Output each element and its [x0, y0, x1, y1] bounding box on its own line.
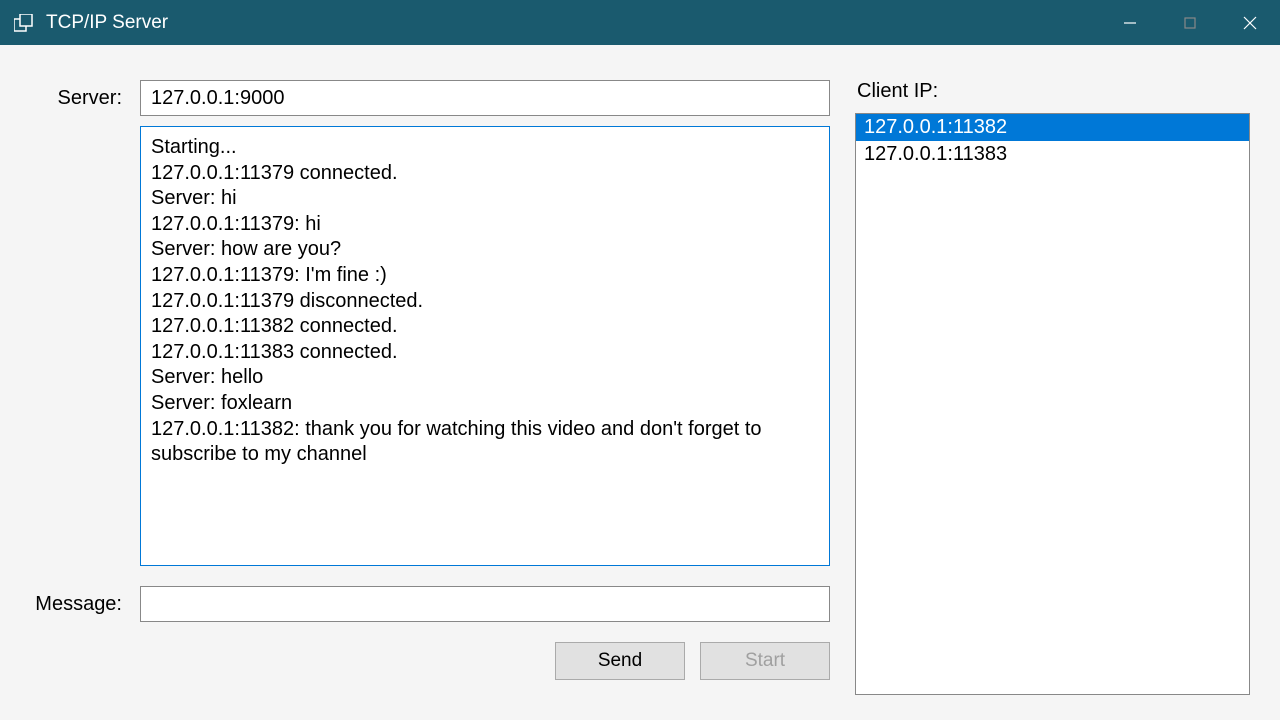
close-button[interactable] [1220, 0, 1280, 45]
window-title: TCP/IP Server [46, 12, 1100, 34]
window-controls [1100, 0, 1280, 45]
message-row: Message: [30, 586, 830, 622]
content-area: Server: Message: Send Start Client IP: 1… [0, 45, 1280, 720]
server-label: Server: [30, 87, 140, 110]
server-row: Server: [30, 80, 830, 116]
send-button[interactable]: Send [555, 642, 685, 680]
titlebar: TCP/IP Server [0, 0, 1280, 45]
close-icon [1242, 15, 1258, 31]
minimize-icon [1123, 16, 1137, 30]
log-container [140, 126, 830, 571]
button-row: Send Start [140, 642, 830, 680]
minimize-button[interactable] [1100, 0, 1160, 45]
server-address-input[interactable] [140, 80, 830, 116]
message-input[interactable] [140, 586, 830, 622]
maximize-button[interactable] [1160, 0, 1220, 45]
client-list-item[interactable]: 127.0.0.1:11383 [856, 141, 1249, 168]
app-icon [12, 11, 36, 35]
maximize-icon [1183, 16, 1197, 30]
message-label: Message: [30, 593, 140, 616]
client-ip-list[interactable]: 127.0.0.1:11382127.0.0.1:11383 [855, 113, 1250, 695]
right-panel: Client IP: 127.0.0.1:11382127.0.0.1:1138… [855, 80, 1250, 695]
left-panel: Server: Message: Send Start [30, 80, 830, 695]
client-ip-label: Client IP: [855, 80, 1250, 103]
client-list-item[interactable]: 127.0.0.1:11382 [856, 114, 1249, 141]
app-window: TCP/IP Server Server: [0, 0, 1280, 720]
start-button[interactable]: Start [700, 642, 830, 680]
log-textarea[interactable] [140, 126, 830, 566]
